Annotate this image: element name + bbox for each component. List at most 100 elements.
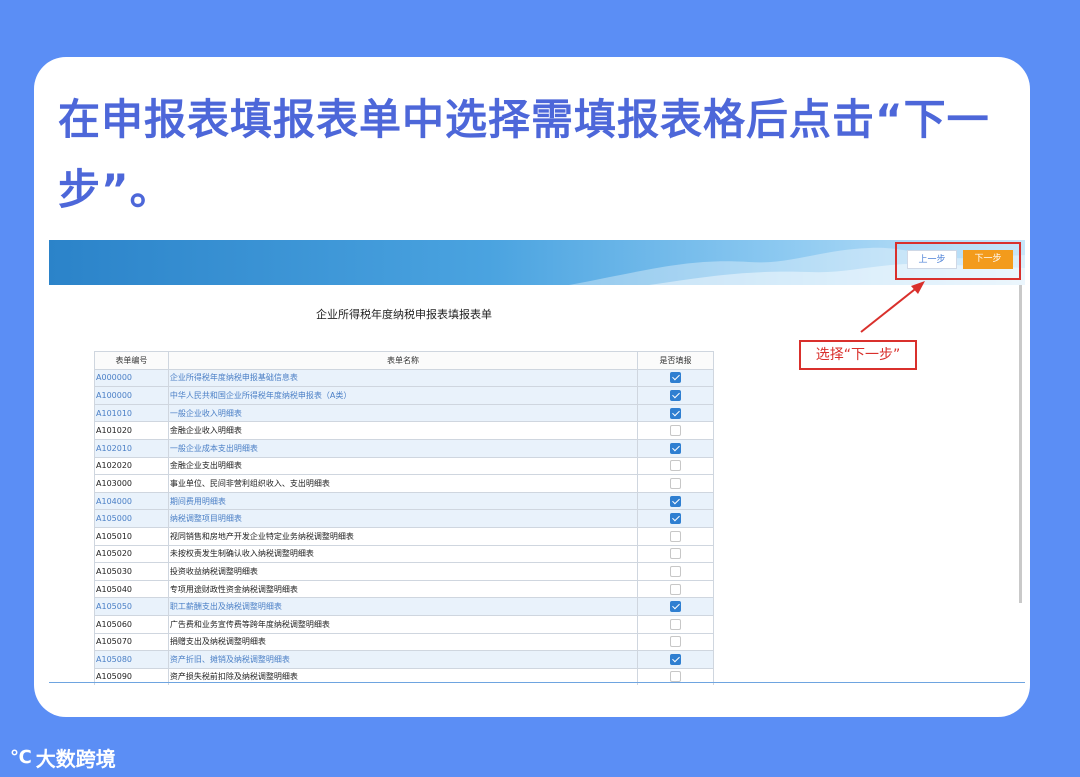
prev-step-button[interactable]: 上一步 xyxy=(907,250,957,269)
row-name[interactable]: 期间费用明细表 xyxy=(167,491,639,511)
row-fill-cell xyxy=(637,544,714,564)
row-fill-cell xyxy=(637,562,714,581)
table-row: A105070 捐赠支出及纳税调整明细表 xyxy=(94,632,714,652)
row-fill-cell xyxy=(637,614,714,634)
row-fill-cell xyxy=(637,579,714,599)
fill-checkbox[interactable] xyxy=(670,601,682,613)
row-name[interactable]: 视同销售和房地产开发企业特定业务纳税调整明细表 xyxy=(167,526,639,546)
brand-logo: ℃ xyxy=(10,746,32,768)
table-row: A105020 未按权责发生制确认收入纳税调整明细表 xyxy=(94,544,714,564)
row-fill-cell xyxy=(637,526,714,546)
table-row: A105080 资产折旧、摊销及纳税调整明细表 xyxy=(94,650,714,669)
row-code: A105060 xyxy=(94,614,169,634)
row-fill-cell xyxy=(637,509,714,528)
table-row: A105010 视同销售和房地产开发企业特定业务纳税调整明细表 xyxy=(94,526,714,546)
row-fill-cell xyxy=(637,632,714,652)
row-code: A100000 xyxy=(94,386,169,405)
table-row: A105060 广告费和业务宣传费等跨年度纳税调整明细表 xyxy=(94,614,714,634)
fill-checkbox[interactable] xyxy=(670,513,682,525)
content-card: 在申报表填报表单中选择需填报表格后点击“下一步”。 上一步 下一步 企业所得税年… xyxy=(34,57,1030,717)
table-row: A102010 一般企业成本支出明细表 xyxy=(94,438,714,458)
fill-checkbox[interactable] xyxy=(670,372,682,384)
row-name[interactable]: 资产折旧、摊销及纳税调整明细表 xyxy=(167,650,639,669)
row-code: A105000 xyxy=(94,509,169,528)
fill-checkbox[interactable] xyxy=(670,460,682,472)
row-name[interactable]: 金融企业收入明细表 xyxy=(167,421,639,440)
fill-checkbox[interactable] xyxy=(670,407,682,419)
row-code: A105020 xyxy=(94,544,169,564)
table-row: A105000 纳税调整项目明细表 xyxy=(94,509,714,528)
table-row: A105040 专项用途财政性资金纳税调整明细表 xyxy=(94,579,714,599)
row-fill-cell xyxy=(637,491,714,511)
form-title: 企业所得税年度纳税申报表填报表单 xyxy=(316,308,492,321)
row-fill-cell xyxy=(637,386,714,405)
row-code: A102010 xyxy=(94,438,169,458)
row-name[interactable]: 广告费和业务宣传费等跨年度纳税调整明细表 xyxy=(167,614,639,634)
fill-checkbox[interactable] xyxy=(670,565,682,577)
scrollbar[interactable] xyxy=(1019,285,1022,603)
next-step-button[interactable]: 下一步 xyxy=(963,250,1013,269)
row-code: A103000 xyxy=(94,474,169,493)
fill-checkbox[interactable] xyxy=(670,653,682,665)
row-fill-cell xyxy=(637,650,714,669)
fill-checkbox[interactable] xyxy=(670,530,682,542)
row-fill-cell xyxy=(637,597,714,616)
row-name[interactable]: 捐赠支出及纳税调整明细表 xyxy=(167,632,639,652)
table-row: A105030 投资收益纳税调整明细表 xyxy=(94,562,714,581)
row-name[interactable]: 纳税调整项目明细表 xyxy=(167,509,639,528)
fill-checkbox[interactable] xyxy=(670,548,682,560)
table-row: A103000 事业单位、民间非营利组织收入、支出明细表 xyxy=(94,474,714,493)
table-row: A105050 职工薪酬支出及纳税调整明细表 xyxy=(94,597,714,616)
table-row: A100000 中华人民共和国企业所得税年度纳税申报表（A类） xyxy=(94,386,714,405)
row-name[interactable]: 未按权责发生制确认收入纳税调整明细表 xyxy=(167,544,639,564)
fill-checkbox[interactable] xyxy=(670,442,682,454)
row-name[interactable]: 中华人民共和国企业所得税年度纳税申报表（A类） xyxy=(167,386,639,405)
table-row: A104000 期间费用明细表 xyxy=(94,491,714,511)
row-name[interactable]: 企业所得税年度纳税申报基础信息表 xyxy=(167,368,639,388)
row-fill-cell xyxy=(637,456,714,476)
header-banner: 上一步 下一步 xyxy=(49,240,1025,285)
brand-name: 大数跨境 xyxy=(35,746,116,771)
table-row: A102020 金融企业支出明细表 xyxy=(94,456,714,476)
row-code: A105010 xyxy=(94,526,169,546)
row-code: A105030 xyxy=(94,562,169,581)
fill-checkbox[interactable] xyxy=(670,495,682,507)
fill-checkbox[interactable] xyxy=(670,636,682,648)
row-code: A105040 xyxy=(94,579,169,599)
next-step-callout: 选择“下一步” xyxy=(799,340,917,370)
row-fill-cell xyxy=(637,474,714,493)
row-name[interactable]: 专项用途财政性资金纳税调整明细表 xyxy=(167,579,639,599)
row-code: A105050 xyxy=(94,597,169,616)
fill-checkbox[interactable] xyxy=(670,671,682,683)
row-name[interactable]: 投资收益纳税调整明细表 xyxy=(167,562,639,581)
row-code: A104000 xyxy=(94,491,169,511)
table-row: A101020 金融企业收入明细表 xyxy=(94,421,714,440)
fill-checkbox[interactable] xyxy=(670,618,682,630)
header-fill: 是否填报 xyxy=(637,351,714,370)
row-name[interactable]: 一般企业成本支出明细表 xyxy=(167,438,639,458)
screenshot-panel: 上一步 下一步 企业所得税年度纳税申报表填报表单 表单编号 表单名称 是否填报 … xyxy=(49,240,1025,685)
brand-watermark: ℃ 大数跨境 xyxy=(10,742,116,772)
row-name[interactable]: 一般企业收入明细表 xyxy=(167,403,639,423)
fill-checkbox[interactable] xyxy=(670,583,682,595)
row-name[interactable]: 职工薪酬支出及纳税调整明细表 xyxy=(167,597,639,616)
mountain-decoration xyxy=(569,247,1025,285)
table-row: A101010 一般企业收入明细表 xyxy=(94,403,714,423)
fill-checkbox[interactable] xyxy=(670,389,682,401)
form-table: 表单编号 表单名称 是否填报 A000000 企业所得税年度纳税申报基础信息表 A1… xyxy=(94,351,714,685)
row-fill-cell xyxy=(637,421,714,440)
row-code: A105080 xyxy=(94,650,169,669)
header-name: 表单名称 xyxy=(167,351,639,370)
headline: 在申报表填报表单中选择需填报表格后点击“下一步”。 xyxy=(58,95,990,214)
row-fill-cell xyxy=(637,403,714,423)
fill-checkbox[interactable] xyxy=(670,477,682,489)
row-fill-cell xyxy=(637,438,714,458)
row-fill-cell xyxy=(637,368,714,388)
divider xyxy=(49,682,1025,683)
row-name[interactable]: 金融企业支出明细表 xyxy=(167,456,639,476)
row-code: A102020 xyxy=(94,456,169,476)
fill-checkbox[interactable] xyxy=(670,425,682,437)
row-code: A101020 xyxy=(94,421,169,440)
row-code: A101010 xyxy=(94,403,169,423)
row-name[interactable]: 事业单位、民间非营利组织收入、支出明细表 xyxy=(167,474,639,493)
